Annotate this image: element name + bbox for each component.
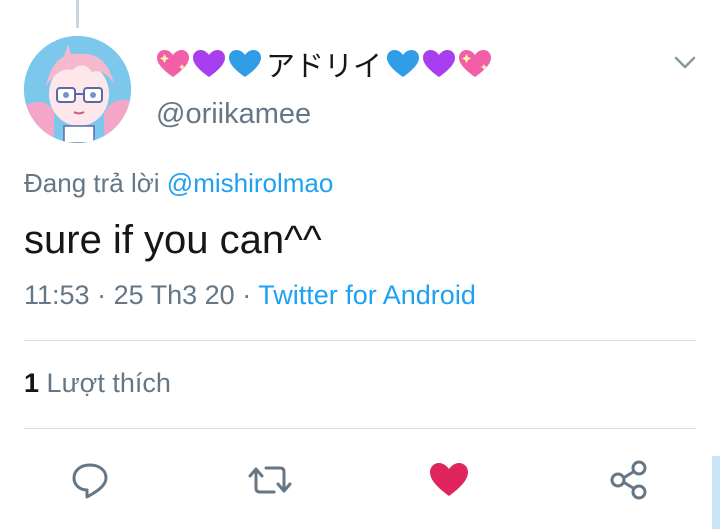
reply-button[interactable] <box>68 458 112 502</box>
retweet-icon <box>248 466 292 494</box>
thread-connector-line <box>76 0 79 28</box>
scroll-indicator <box>712 456 720 529</box>
divider <box>24 340 696 341</box>
chevron-down-icon[interactable] <box>672 52 698 72</box>
username[interactable]: @oriikamee <box>156 98 311 131</box>
retweet-button[interactable] <box>248 458 292 502</box>
reply-mention-link[interactable]: @mishirolmao <box>167 168 334 198</box>
like-label: Lượt thích <box>46 368 171 398</box>
avatar[interactable] <box>24 36 131 143</box>
display-name-text: アドリイ <box>266 49 383 83</box>
reply-context: Đang trả lời @mishirolmao <box>24 168 333 199</box>
divider <box>24 428 696 429</box>
like-count: 1 <box>24 368 40 398</box>
like-button[interactable] <box>427 458 471 502</box>
tweet-date: 25 Th3 20 <box>113 280 235 310</box>
sparkling-heart-icon <box>157 50 189 77</box>
display-name[interactable]: アドリイ <box>156 44 492 84</box>
sparkling-heart-icon <box>459 50 492 77</box>
tweet-meta: 11:53 · 25 Th3 20 · Twitter for Android <box>24 280 476 311</box>
tweet-time: 11:53 <box>24 280 90 310</box>
meta-separator: · <box>242 280 252 310</box>
like-icon <box>430 463 468 496</box>
likes-stat[interactable]: 1 Lượt thích <box>24 368 171 399</box>
tweet-source-link[interactable]: Twitter for Android <box>258 280 476 310</box>
reply-icon <box>72 463 108 499</box>
share-button[interactable] <box>607 458 651 502</box>
meta-separator: · <box>97 280 107 310</box>
reply-prefix: Đang trả lời <box>24 168 160 198</box>
share-icon <box>610 460 647 500</box>
blue-heart-icon <box>387 50 420 77</box>
blue-heart-icon <box>229 50 261 77</box>
purple-heart-icon <box>423 50 456 77</box>
tweet-text: sure if you can^^ <box>24 218 322 262</box>
purple-heart-icon <box>193 50 225 77</box>
